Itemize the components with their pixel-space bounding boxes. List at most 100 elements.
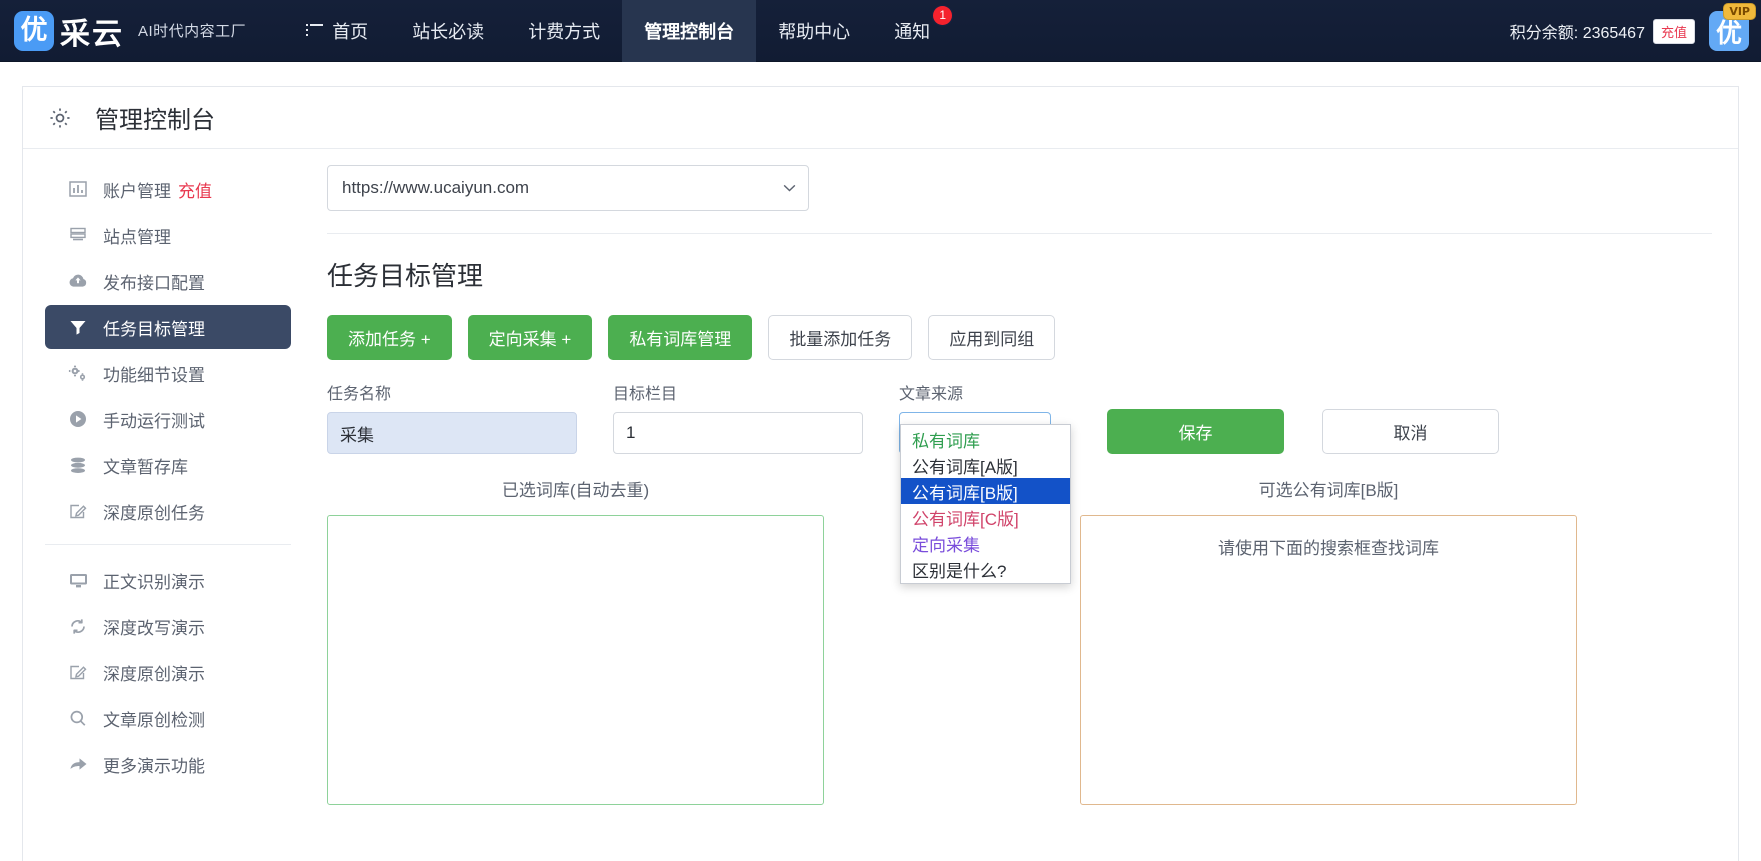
gear-icon: [50, 107, 70, 128]
dropdown-option-public-lexicon-a[interactable]: 公有词库[A版]: [901, 452, 1070, 478]
nav-item-label: 帮助中心: [778, 21, 851, 42]
edit-square-icon: [67, 662, 89, 682]
nav-item-label: 首页: [332, 21, 369, 42]
dropdown-option-public-lexicon-b[interactable]: 公有词库[B版]: [901, 478, 1070, 504]
filter-icon: [67, 317, 89, 337]
add-task-button[interactable]: 添加任务 +: [327, 315, 452, 360]
dropdown-option-whats-the-difference[interactable]: 区别是什么?: [901, 556, 1070, 582]
logo-badge-icon: 优: [14, 10, 54, 51]
brand-logo[interactable]: 优 采云 AI时代内容工厂: [14, 9, 246, 53]
target-column-input[interactable]: 1: [613, 412, 863, 454]
nav-item-help-center[interactable]: 帮助中心: [756, 0, 872, 62]
selected-lexicon-panel: 已选词库(自动去重): [327, 476, 824, 805]
sidebar-item-label: 更多演示功能: [103, 756, 205, 776]
section-divider: [327, 233, 1712, 234]
cogs-icon: [67, 363, 89, 383]
logo-wordmark: 采云: [60, 16, 124, 52]
sidebar-divider: [45, 544, 291, 545]
sidebar-item-deep-original-task[interactable]: 深度原创任务: [45, 489, 291, 533]
sidebar-item-label: 正文识别演示: [103, 572, 205, 592]
nav-item-label: 站长必读: [412, 21, 485, 42]
sidebar-item-account[interactable]: 账户管理 充值: [45, 167, 291, 211]
cancel-button[interactable]: 取消: [1322, 409, 1499, 454]
sidebar-item-article-storage[interactable]: 文章暂存库: [45, 443, 291, 487]
nav-item-pricing[interactable]: 计费方式: [506, 0, 622, 62]
sidebar-item-content-recognition-demo[interactable]: 正文识别演示: [45, 558, 291, 602]
available-lexicon-hint: 请使用下面的搜索框查找词库: [1218, 539, 1439, 558]
sidebar-item-originality-check[interactable]: 文章原创检测: [45, 696, 291, 740]
task-form-row: 任务名称 采集 目标栏目 1 文章来源 公有词库[B版]: [327, 380, 1712, 584]
sidebar-item-recharge-link[interactable]: 充值: [178, 177, 212, 202]
site-select-value: https://www.ucaiyun.com: [342, 178, 530, 197]
task-name-field: 任务名称 采集: [327, 380, 577, 454]
edit-square-icon: [67, 501, 89, 521]
sidebar-item-feature-settings[interactable]: 功能细节设置: [45, 351, 291, 395]
targeted-collect-button[interactable]: 定向采集 +: [467, 315, 593, 360]
target-column-label: 目标栏目: [613, 386, 678, 403]
monitor-icon: [67, 570, 89, 590]
apply-to-group-button[interactable]: 应用到同组: [928, 315, 1056, 360]
brand-slogan: AI时代内容工厂: [138, 23, 247, 40]
nav-item-webmaster-guide[interactable]: 站长必读: [390, 0, 506, 62]
target-column-field: 目标栏目 1: [613, 380, 863, 454]
section-title: 任务目标管理: [327, 261, 484, 291]
article-source-label: 文章来源: [899, 386, 964, 403]
nav-item-console[interactable]: 管理控制台: [622, 0, 757, 62]
nav-item-label: 通知: [894, 21, 931, 42]
console-page: 管理控制台 账户管理 充值 站点管理 发布接口配置 任务目标管理 功能细节设置 …: [22, 86, 1739, 861]
task-name-input[interactable]: 采集: [327, 412, 577, 454]
recharge-button[interactable]: 充值: [1652, 18, 1695, 44]
site-select[interactable]: https://www.ucaiyun.com: [327, 165, 809, 211]
available-lexicon-title: 可选公有词库[B版]: [1258, 481, 1399, 500]
notification-badge: 1: [933, 5, 953, 25]
save-button[interactable]: 保存: [1107, 409, 1284, 454]
dropdown-option-private-lexicon[interactable]: 私有词库: [901, 426, 1070, 452]
sidebar-item-label: 深度改写演示: [103, 618, 205, 638]
nav-item-notifications[interactable]: 通知 1: [872, 0, 953, 62]
sidebar-item-label: 发布接口配置: [103, 273, 205, 293]
page-body: 账户管理 充值 站点管理 发布接口配置 任务目标管理 功能细节设置 手动运行测试…: [23, 149, 1738, 805]
selected-lexicon-box[interactable]: [327, 515, 824, 805]
sidebar-item-label: 深度原创演示: [103, 664, 205, 684]
sidebar-item-label: 文章暂存库: [103, 457, 188, 477]
available-lexicon-box[interactable]: 请使用下面的搜索框查找词库: [1080, 515, 1577, 805]
sidebar-item-label: 功能细节设置: [103, 365, 205, 385]
account-area: 积分余额: 2365467 充值 优 VIP: [1509, 0, 1755, 62]
sidebar-item-label: 深度原创任务: [103, 503, 205, 523]
sidebar-item-label: 文章原创检测: [103, 710, 205, 730]
play-circle-icon: [67, 409, 89, 429]
nav-item-home[interactable]: 首页: [284, 0, 390, 62]
sidebar-item-task-target-management[interactable]: 任务目标管理: [45, 305, 291, 349]
top-navigation-bar: 优 采云 AI时代内容工厂 首页 站长必读 计费方式 管理控制台 帮助中心 通知…: [0, 0, 1761, 62]
task-name-label: 任务名称: [327, 386, 392, 403]
page-header: 管理控制台: [23, 87, 1738, 149]
nav-item-label: 计费方式: [528, 21, 601, 42]
search-icon: [67, 708, 89, 728]
refresh-icon: [67, 616, 89, 636]
database-icon: [67, 455, 89, 475]
avatar-wrapper[interactable]: 优 VIP: [1709, 4, 1755, 51]
sidebar-item-manual-run-test[interactable]: 手动运行测试: [45, 397, 291, 441]
sidebar: 账户管理 充值 站点管理 发布接口配置 任务目标管理 功能细节设置 手动运行测试…: [23, 149, 313, 805]
credit-balance-label: 积分余额: 2365467: [1509, 25, 1645, 42]
dropdown-option-targeted-collect[interactable]: 定向采集: [901, 530, 1070, 556]
sidebar-item-sites[interactable]: 站点管理: [45, 213, 291, 257]
sidebar-item-more-demos[interactable]: 更多演示功能: [45, 742, 291, 786]
sidebar-item-label: 手动运行测试: [103, 411, 205, 431]
article-source-field: 文章来源 公有词库[B版] 私有词库 公有词库[A版] 公有词库[B版] 公有词…: [899, 380, 1071, 584]
nav-item-label: 管理控制台: [644, 21, 735, 42]
batch-add-task-button[interactable]: 批量添加任务: [768, 315, 913, 360]
private-lexicon-manage-button[interactable]: 私有词库管理: [608, 315, 753, 360]
chart-bar-icon: [67, 179, 89, 199]
dropdown-option-public-lexicon-c[interactable]: 公有词库[C版]: [901, 504, 1070, 530]
cloud-upload-icon: [67, 271, 89, 291]
sidebar-item-label: 站点管理: [103, 227, 171, 247]
arrow-share-icon: [67, 754, 89, 774]
sidebar-item-deep-original-demo[interactable]: 深度原创演示: [45, 650, 291, 694]
article-source-dropdown: 私有词库 公有词库[A版] 公有词库[B版] 公有词库[C版] 定向采集 区别是…: [900, 424, 1071, 584]
action-button-row: 添加任务 + 定向采集 + 私有词库管理 批量添加任务 应用到同组: [327, 315, 1712, 360]
sidebar-item-deep-rewrite-demo[interactable]: 深度改写演示: [45, 604, 291, 648]
page-title: 管理控制台: [95, 107, 215, 134]
sidebar-item-publish-api[interactable]: 发布接口配置: [45, 259, 291, 303]
selected-lexicon-title: 已选词库(自动去重): [501, 481, 650, 500]
